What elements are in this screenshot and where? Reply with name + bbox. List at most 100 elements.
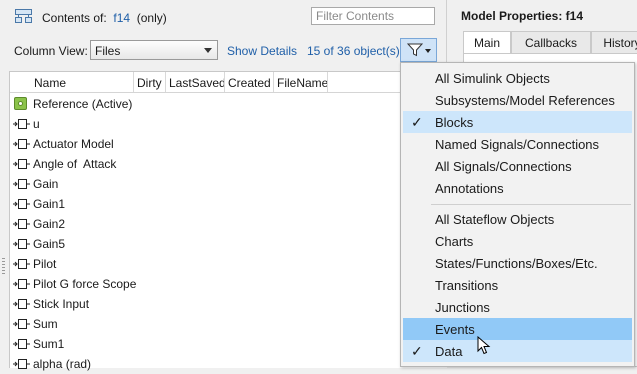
menu-item-label: Charts (435, 234, 474, 249)
block-icon (13, 359, 30, 369)
table-row[interactable]: alpha (rad) (10, 354, 447, 374)
table-row[interactable]: Sum1 (10, 334, 447, 354)
menu-item-junctions[interactable]: Junctions (403, 296, 632, 318)
tab-callbacks[interactable]: Callbacks (511, 31, 591, 53)
object-count-link[interactable]: 15 of 36 object(s) (307, 44, 400, 58)
dropdown-arrow-icon (425, 49, 431, 53)
menu-item-blocks[interactable]: ✓ Blocks (403, 111, 632, 133)
splitter-grip[interactable] (2, 258, 5, 274)
column-header-created[interactable]: Created (228, 76, 271, 90)
row-name: Gain (33, 177, 59, 191)
filter-objects-menu: All Simulink Objects Subsystems/Model Ref… (400, 62, 635, 367)
block-icon (13, 199, 30, 209)
block-icon (13, 319, 30, 329)
tab-main[interactable]: Main (463, 31, 511, 53)
contents-table: Name Dirty LastSaved Created FileName Re… (9, 71, 447, 371)
model-reference-icon (14, 97, 27, 110)
row-name: Gain1 (33, 197, 66, 211)
table-row[interactable]: Actuator Model (10, 134, 447, 154)
menu-item-subsystems-model-references[interactable]: Subsystems/Model References (403, 89, 632, 111)
menu-item-all-signals-connections[interactable]: All Signals/Connections (403, 155, 632, 177)
show-details-link[interactable]: Show Details (227, 44, 297, 58)
mouse-pointer-icon (477, 336, 491, 355)
contents-prefix: Contents of: (42, 11, 107, 25)
block-icon (13, 239, 30, 249)
table-row[interactable]: Pilot (10, 254, 447, 274)
column-divider[interactable] (133, 72, 134, 92)
menu-item-label: Events (435, 322, 475, 337)
model-properties-title: Model Properties: f14 (461, 9, 584, 23)
menu-item-label: All Stateflow Objects (435, 212, 555, 227)
menu-item-label: Annotations (435, 181, 504, 196)
table-row[interactable]: Angle of Attack (10, 154, 447, 174)
column-view-value: Files (95, 44, 121, 58)
contents-model-link[interactable]: f14 (113, 11, 130, 25)
menu-item-label: All Signals/Connections (435, 159, 572, 174)
column-header-lastsaved[interactable]: LastSaved (169, 76, 226, 90)
menu-item-label: States/Functions/Boxes/Etc. (435, 256, 598, 271)
row-name: Pilot (33, 257, 57, 271)
model-hierarchy-icon (15, 9, 32, 23)
menu-item-annotations[interactable]: Annotations (403, 177, 632, 199)
table-row[interactable]: Gain1 (10, 194, 447, 214)
menu-item-label: Blocks (435, 115, 474, 130)
table-header: Name Dirty LastSaved Created FileName (10, 72, 447, 93)
menu-item-states-functions-boxes-etc[interactable]: States/Functions/Boxes/Etc. (403, 252, 632, 274)
table-row[interactable]: Reference (Active) (10, 94, 447, 114)
checkmark-icon: ✓ (411, 343, 423, 359)
block-icon (13, 219, 30, 229)
block-icon (13, 259, 30, 269)
menu-item-named-signals-connections[interactable]: Named Signals/Connections (403, 133, 632, 155)
filter-objects-button[interactable] (400, 38, 437, 62)
row-name: Angle of Attack (33, 157, 117, 171)
row-name: Sum1 (33, 337, 65, 351)
table-row[interactable]: Gain2 (10, 214, 447, 234)
table-row[interactable]: Pilot G force Scope (10, 274, 447, 294)
block-icon (13, 119, 30, 129)
contents-header: Contents of: f14 (only) (0, 0, 446, 34)
column-header-filename[interactable]: FileName (277, 76, 328, 90)
menu-item-events[interactable]: Events (403, 318, 632, 340)
table-row[interactable]: Gain (10, 174, 447, 194)
table-row[interactable]: Gain5 (10, 234, 447, 254)
block-icon (13, 179, 30, 189)
row-name: alpha (rad) (33, 357, 92, 371)
menu-item-transitions[interactable]: Transitions (403, 274, 632, 296)
block-icon (13, 339, 30, 349)
row-name: Actuator Model (33, 137, 114, 151)
block-icon (13, 299, 30, 309)
menu-item-label: Subsystems/Model References (435, 93, 615, 108)
table-row[interactable]: u (10, 114, 447, 134)
menu-item-all-stateflow-objects[interactable]: All Stateflow Objects (403, 208, 632, 230)
tab-history[interactable]: History (591, 31, 637, 53)
filter-contents-input[interactable] (311, 7, 435, 25)
block-icon (13, 279, 30, 289)
column-divider[interactable] (273, 72, 274, 92)
menu-item-label: Data (435, 344, 463, 359)
block-icon (13, 159, 30, 169)
column-divider[interactable] (165, 72, 166, 92)
table-row[interactable]: Stick Input (10, 294, 447, 314)
column-header-dirty[interactable]: Dirty (137, 76, 162, 90)
contents-of-label: Contents of: f14 (only) (42, 11, 167, 25)
menu-item-label: Named Signals/Connections (435, 137, 600, 152)
row-name: Pilot G force Scope (33, 277, 137, 291)
column-header-name[interactable]: Name (34, 76, 66, 90)
menu-item-label: Transitions (435, 278, 499, 293)
block-icon (13, 139, 30, 149)
menu-item-label: Junctions (435, 300, 490, 315)
menu-separator (431, 204, 631, 205)
table-row[interactable]: Sum (10, 314, 447, 334)
checkmark-icon: ✓ (411, 114, 423, 130)
column-view-select[interactable]: Files (90, 40, 218, 60)
menu-item-all-simulink-objects[interactable]: All Simulink Objects (403, 67, 632, 89)
menu-item-data[interactable]: ✓ Data (403, 340, 632, 362)
row-name: Gain2 (33, 217, 66, 231)
column-divider[interactable] (327, 72, 328, 92)
contents-scope: (only) (136, 11, 167, 25)
row-name: Stick Input (33, 297, 90, 311)
column-divider[interactable] (224, 72, 225, 92)
menu-item-charts[interactable]: Charts (403, 230, 632, 252)
row-name: Gain5 (33, 237, 66, 251)
funnel-icon (407, 43, 423, 57)
